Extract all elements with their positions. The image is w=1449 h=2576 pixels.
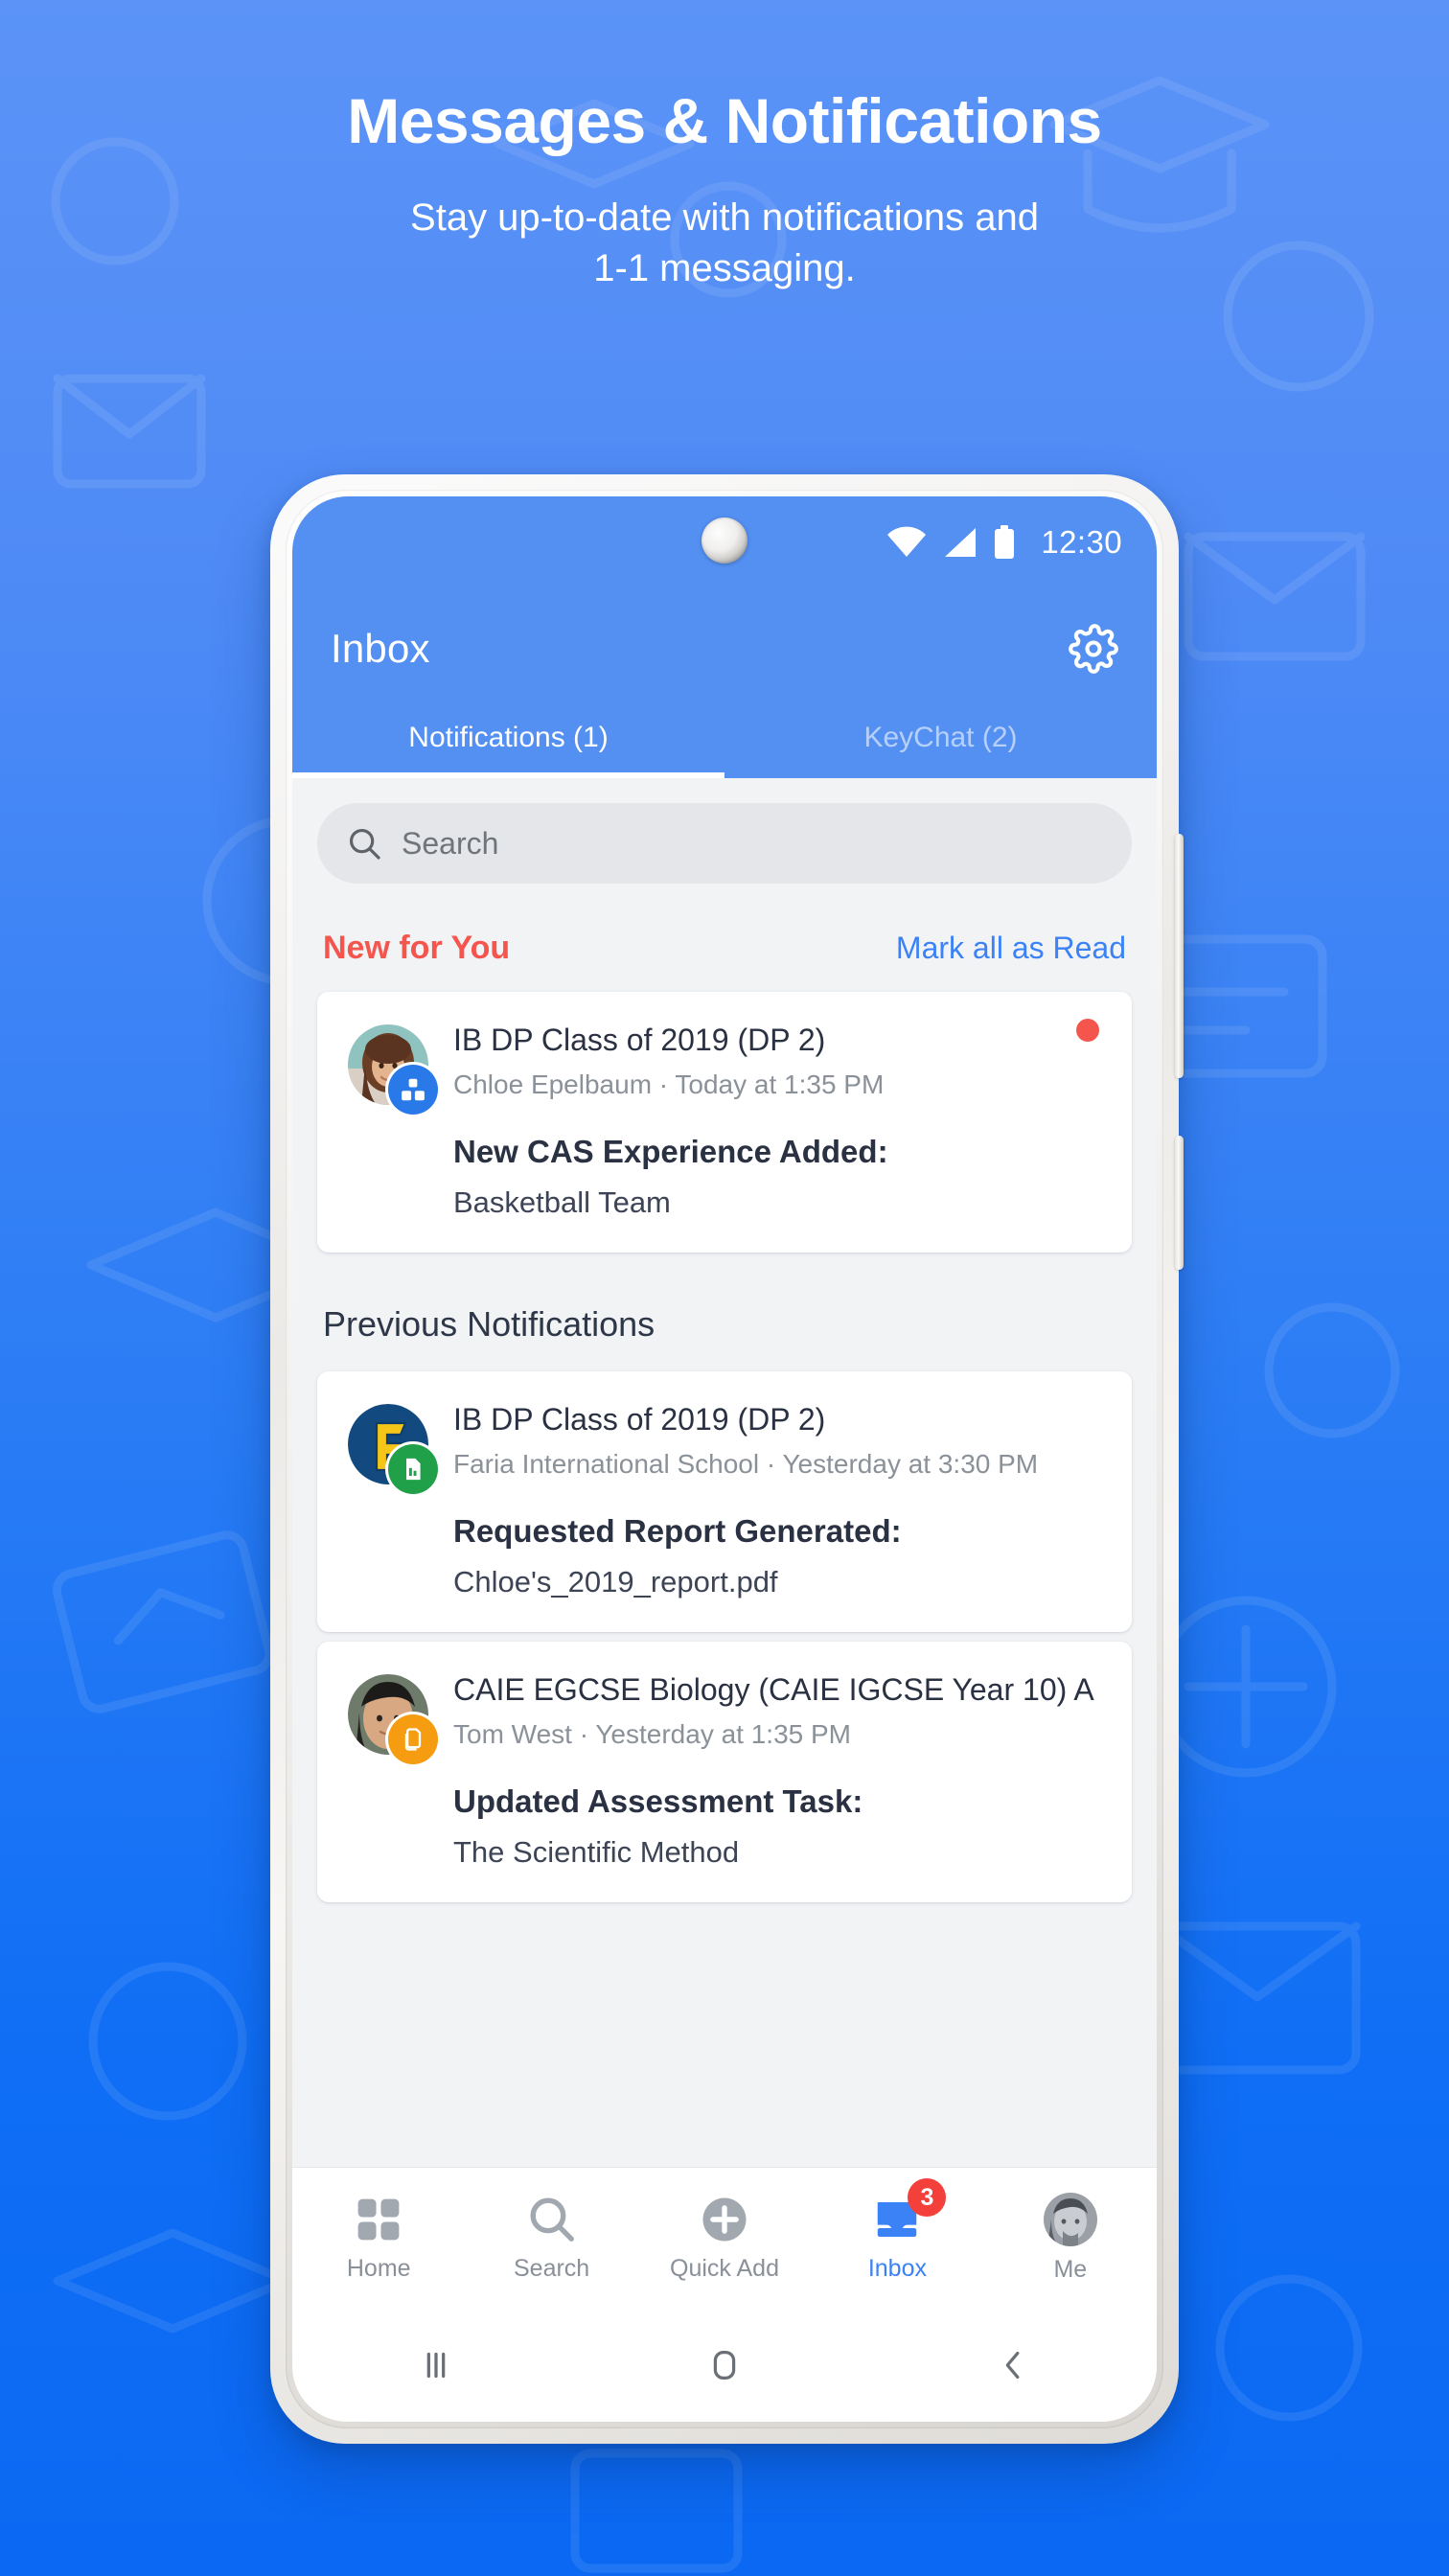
tab-keychat-label: KeyChat (2) — [863, 722, 1018, 753]
tab-keychat[interactable]: KeyChat (2) — [724, 698, 1157, 778]
avatar-icon-wrap — [1043, 2193, 1097, 2246]
tab-notifications-label: Notifications (1) — [408, 722, 609, 753]
new-for-you-header-row: New for You Mark all as Read — [317, 889, 1132, 992]
volume-button[interactable] — [1175, 834, 1184, 1078]
notification-detail: The Scientific Method — [453, 1835, 740, 1869]
three-bars-icon — [427, 2352, 446, 2379]
notification-card-text: CAIE EGCSE Biology (CAIE IGCSE Year 10) … — [453, 1670, 1101, 1755]
new-for-you-label: New for You — [323, 930, 511, 966]
chevron-left-icon — [1005, 2351, 1020, 2380]
plus-circle-icon-wrap — [699, 2194, 750, 2245]
mark-all-as-read-button[interactable]: Mark all as Read — [896, 931, 1126, 966]
notifications-list-container[interactable]: Search New for You Mark all as Read IB D… — [292, 778, 1157, 2167]
unread-indicator-dot — [1076, 1019, 1099, 1042]
page-title: Inbox — [331, 626, 430, 671]
phone-device-mockup: 12:30 Inbox Notifications (1) KeyChat (2… — [270, 474, 1184, 2444]
nav-label-inbox: Inbox — [867, 2255, 927, 2282]
grid-icon-wrap — [353, 2194, 404, 2245]
notification-card[interactable]: IB DP Class of 2019 (DP 2) Faria Interna… — [317, 1371, 1132, 1632]
android-system-navigation-bar — [292, 2309, 1157, 2422]
settings-button[interactable] — [1069, 624, 1118, 674]
tab-bar: Notifications (1) KeyChat (2) — [292, 698, 1157, 778]
front-camera-icon — [702, 518, 748, 564]
nav-item-home[interactable]: Home — [292, 2194, 465, 2283]
nav-label-search: Search — [514, 2255, 590, 2282]
search-placeholder: Search — [402, 825, 499, 861]
notification-detail: Basketball Team — [453, 1185, 671, 1219]
notification-card[interactable]: IB DP Class of 2019 (DP 2) Chloe Epelbau… — [317, 992, 1132, 1253]
notification-title: IB DP Class of 2019 (DP 2) — [453, 1402, 826, 1437]
notification-meta: Faria International School · Yesterday a… — [453, 1448, 1039, 1479]
avatar — [348, 1404, 438, 1494]
status-bar: 12:30 — [292, 496, 1157, 588]
inbox-icon-wrap: 3 — [871, 2178, 947, 2245]
gear-icon — [1069, 624, 1118, 674]
notification-title: IB DP Class of 2019 (DP 2) — [453, 1023, 826, 1057]
notification-title: CAIE EGCSE Biology (CAIE IGCSE Year 10) … — [453, 1672, 1094, 1707]
status-bar-time: 12:30 — [1041, 524, 1122, 560]
back-button[interactable] — [868, 2343, 1157, 2387]
notification-card-text: IB DP Class of 2019 (DP 2) Chloe Epelbau… — [453, 1021, 1101, 1105]
nav-label-quick-add: Quick Add — [670, 2255, 779, 2282]
notification-card-top: IB DP Class of 2019 (DP 2) Chloe Epelbau… — [348, 1021, 1101, 1115]
nav-label-home: Home — [346, 2255, 411, 2282]
nav-item-search[interactable]: Search — [465, 2194, 637, 2283]
home-button[interactable] — [581, 2343, 869, 2387]
grid-icon — [357, 2198, 400, 2241]
bottom-navigation-bar: Home Search Quick Add 3 Inbox Me — [292, 2167, 1157, 2309]
status-icon-group: 12:30 — [886, 524, 1122, 561]
search-icon — [349, 828, 380, 860]
search-section: Search — [317, 778, 1132, 889]
promo-subtitle: Stay up-to-date with notifications and 1… — [0, 193, 1449, 294]
promo-subtitle-line-1: Stay up-to-date with notifications and — [410, 196, 1039, 240]
nav-item-quick-add[interactable]: Quick Add — [638, 2194, 811, 2283]
notification-meta: Chloe Epelbaum · Today at 1:35 PM — [453, 1069, 885, 1099]
cas-group-icon — [388, 1065, 438, 1115]
notification-card-text: IB DP Class of 2019 (DP 2) Faria Interna… — [453, 1400, 1101, 1484]
notification-action: New CAS Experience Added: — [453, 1134, 888, 1169]
avatar-icon — [1043, 2193, 1097, 2246]
app-header: Inbox — [292, 588, 1157, 698]
tab-notifications[interactable]: Notifications (1) — [292, 698, 724, 778]
cellular-signal-icon — [945, 528, 977, 557]
assessment-task-icon — [388, 1714, 438, 1764]
search-icon — [530, 2197, 574, 2242]
battery-icon — [995, 525, 1015, 559]
report-document-icon — [388, 1444, 438, 1494]
nav-label-me: Me — [1053, 2256, 1088, 2283]
notification-card[interactable]: CAIE EGCSE Biology (CAIE IGCSE Year 10) … — [317, 1642, 1132, 1902]
notification-action: Updated Assessment Task: — [453, 1783, 863, 1819]
notification-card-top: CAIE EGCSE Biology (CAIE IGCSE Year 10) … — [348, 1670, 1101, 1764]
plus-circle-icon — [702, 2197, 747, 2242]
nav-item-me[interactable]: Me — [984, 2193, 1157, 2284]
promo-subtitle-line-2: 1-1 messaging. — [593, 247, 856, 290]
notification-meta: Tom West · Yesterday at 1:35 PM — [453, 1718, 852, 1749]
rounded-square-icon — [713, 2350, 736, 2380]
recents-button[interactable] — [292, 2343, 581, 2387]
avatar — [348, 1674, 438, 1764]
avatar — [348, 1024, 438, 1115]
wifi-icon — [887, 526, 927, 557]
notification-detail: Chloe's_2019_report.pdf — [453, 1565, 778, 1598]
phone-screen: 12:30 Inbox Notifications (1) KeyChat (2… — [292, 496, 1157, 2422]
nav-item-inbox[interactable]: 3 Inbox — [811, 2178, 983, 2283]
inbox-badge-count: 3 — [908, 2178, 947, 2217]
promo-banner: Messages & Notifications Stay up-to-date… — [0, 0, 1449, 295]
notification-action: Requested Report Generated: — [453, 1513, 902, 1549]
power-button[interactable] — [1175, 1136, 1184, 1270]
notification-card-top: IB DP Class of 2019 (DP 2) Faria Interna… — [348, 1400, 1101, 1494]
phone-bezel: 12:30 Inbox Notifications (1) KeyChat (2… — [286, 490, 1163, 2428]
previous-notifications-heading: Previous Notifications — [323, 1304, 656, 1344]
search-icon-wrap — [526, 2194, 578, 2245]
promo-title: Messages & Notifications — [347, 85, 1102, 156]
search-input[interactable]: Search — [317, 803, 1132, 884]
